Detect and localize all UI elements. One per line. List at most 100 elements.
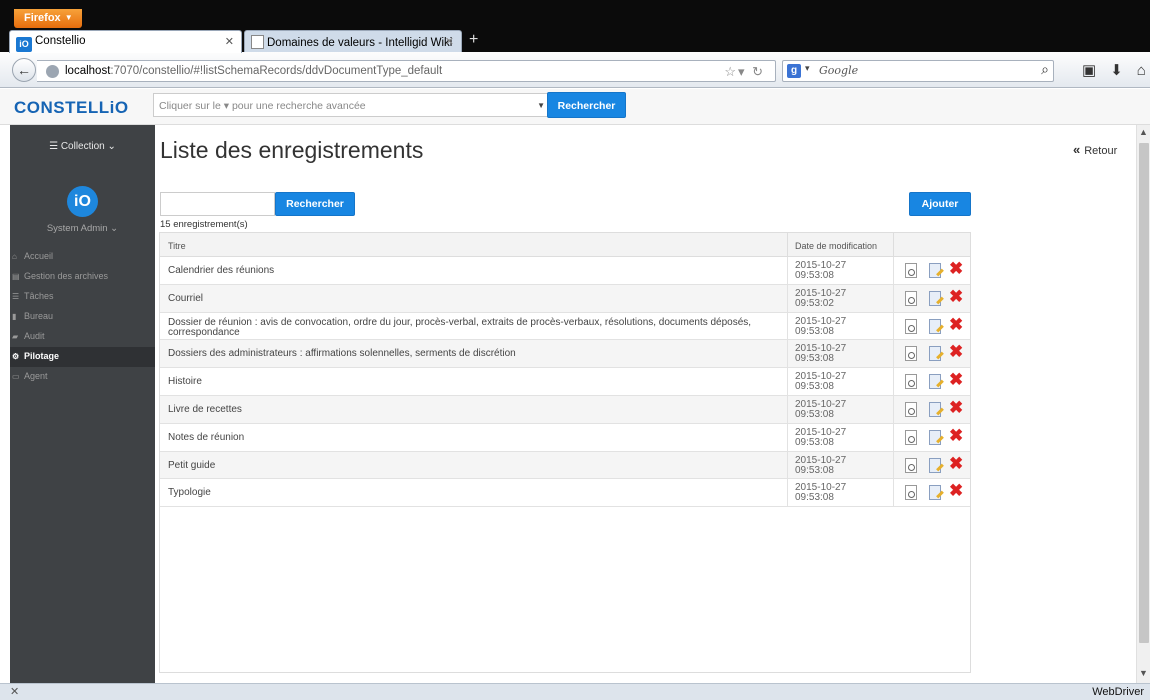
page-scrollbar[interactable]: ▲ ▼ (1136, 125, 1150, 683)
edit-icon[interactable] (929, 263, 944, 278)
row-title: Calendrier des réunions (168, 265, 275, 276)
browser-tabstrip: iO Constellio ✕ Domaines de valeurs - Int… (0, 30, 1150, 53)
table-row[interactable]: Dossier de réunion : avis de convocation… (160, 312, 970, 341)
search-icon[interactable]: ⌕ (1041, 61, 1049, 78)
scroll-down-icon[interactable]: ▼ (1139, 668, 1148, 678)
advanced-search-input[interactable]: Cliquer sur le ▾ pour une recherche avan… (153, 93, 552, 117)
main-content: Liste des enregistrements «Retour Recher… (155, 125, 1136, 683)
column-header-title[interactable]: Titre (168, 241, 186, 251)
view-icon[interactable] (905, 263, 917, 278)
edit-icon[interactable] (929, 318, 944, 334)
table-row[interactable]: Calendrier des réunions 2015-10-27 09:53:0… (160, 257, 970, 285)
delete-icon[interactable]: ✖ (949, 371, 963, 389)
close-tab-icon[interactable]: ✕ (225, 35, 234, 48)
record-search-input[interactable] (160, 192, 275, 216)
view-icon[interactable] (905, 429, 917, 445)
view-icon[interactable] (905, 457, 917, 473)
row-title: Dossier de réunion : avis de convocation… (168, 316, 752, 338)
view-icon[interactable] (905, 401, 917, 417)
sidebar-item-taches[interactable]: ☰ Tâches (10, 287, 155, 307)
table-row[interactable]: Dossiers des administrateurs : affirmati… (160, 340, 970, 369)
list-icon: ☰ (49, 141, 61, 152)
table-row[interactable]: Livre de recettes 2015-10-27 09:53:08 ✖ (160, 395, 970, 424)
row-date: 2015-10-27 09:53:02 (795, 287, 847, 309)
delete-icon[interactable]: ✖ (949, 287, 963, 306)
header-search-button[interactable]: Rechercher (547, 92, 626, 118)
edit-icon[interactable] (929, 485, 944, 501)
table-row[interactable]: Courriel 2015-10-27 09:53:02 ✖ (160, 284, 970, 313)
delete-icon[interactable]: ✖ (949, 426, 963, 445)
delete-icon[interactable]: ✖ (949, 398, 963, 417)
gears-icon: ⚙ (12, 352, 20, 361)
page-favicon-icon (251, 35, 264, 49)
sidebar-item-gestion[interactable]: ▤ Gestion des archives (10, 267, 155, 287)
sidebar-item-bureau[interactable]: ▮ Bureau (10, 307, 155, 327)
table-row[interactable]: Typologie 2015-10-27 09:53:08 ✖ (160, 479, 970, 508)
view-icon[interactable] (905, 374, 917, 390)
constellio-logo[interactable]: CONSTELLiO (14, 98, 129, 118)
edit-icon[interactable] (929, 401, 944, 417)
sidebar: ☰ Collection ⌄ iO System Admin ⌄ ⌂ Accuei… (10, 125, 155, 683)
url-path: :7070/constellio/#!listSchemaRecords/ddv… (110, 65, 443, 77)
table-row[interactable]: Petit guide 2015-10-27 09:53:08 ✖ (160, 451, 970, 480)
chevron-down-icon: ▼ (64, 13, 73, 22)
sidebar-item-accueil[interactable]: ⌂ Accueil (10, 247, 155, 267)
sidebar-item-agent[interactable]: ▭ Agent (10, 367, 155, 387)
delete-icon[interactable]: ✖ (949, 315, 963, 334)
delete-icon[interactable]: ✖ (949, 454, 963, 473)
chevron-down-icon[interactable]: ▾ (805, 63, 810, 74)
url-bar[interactable]: localhost:7070/constellio/#!listSchemaRe… (37, 60, 776, 82)
audit-icon: ▰ (12, 332, 19, 341)
delete-icon[interactable]: ✖ (949, 343, 963, 361)
edit-icon[interactable] (929, 429, 944, 445)
new-tab-button[interactable]: + (469, 31, 478, 49)
toolbar-icons[interactable]: ▣⬇⌂ (1082, 61, 1150, 79)
view-icon[interactable] (905, 290, 917, 306)
edit-icon[interactable] (929, 457, 944, 473)
row-date: 2015-10-27 09:53:08 (795, 398, 847, 420)
close-icon[interactable]: ✕ (10, 685, 19, 698)
close-tab-icon[interactable]: ✕ (445, 35, 454, 48)
row-date: 2015-10-27 09:53:08 (795, 343, 847, 365)
avatar[interactable]: iO (67, 186, 98, 217)
delete-icon[interactable]: ✖ (949, 482, 963, 500)
row-title: Dossiers des administrateurs : affirmati… (168, 348, 516, 360)
firefox-menu-button[interactable]: Firefox ▼ (14, 9, 82, 28)
row-date: 2015-10-27 09:53:08 (795, 482, 847, 504)
scroll-up-icon[interactable]: ▲ (1139, 127, 1148, 137)
browser-tab-wiki[interactable]: Domaines de valeurs - Intelligid Wiki ✕ (244, 30, 462, 53)
edit-icon[interactable] (929, 290, 944, 306)
back-arrow-icon[interactable]: ← (12, 58, 36, 82)
record-search-button[interactable]: Rechercher (275, 192, 355, 216)
column-header-date[interactable]: Date de modification (795, 241, 877, 251)
scrollbar-thumb[interactable] (1139, 143, 1149, 643)
sidebar-item-audit[interactable]: ▰ Audit (10, 327, 155, 347)
browser-navbar: ← localhost:7070/constellio/#!listSchema… (0, 52, 1150, 88)
status-text: WebDriver (1092, 686, 1144, 698)
table-row[interactable]: Notes de réunion 2015-10-27 09:53:08 ✖ (160, 423, 970, 452)
browser-search-input[interactable]: g ▾ Google ⌕ (782, 60, 1054, 82)
bookmark-star-icon[interactable]: ☆▾ ↻ (724, 64, 765, 80)
chevron-down-icon[interactable]: ▼ (537, 101, 545, 110)
sidebar-item-pilotage[interactable]: ⚙ Pilotage (10, 347, 155, 367)
archive-icon: ▤ (12, 272, 20, 281)
view-icon[interactable] (905, 346, 917, 362)
table-row[interactable]: Histoire 2015-10-27 09:53:08 ✖ (160, 368, 970, 396)
row-date: 2015-10-27 09:53:08 (795, 260, 847, 281)
view-icon[interactable] (905, 485, 917, 501)
table-header: Titre Date de modification (160, 233, 970, 257)
user-menu[interactable]: System Admin ⌄ (10, 223, 155, 234)
collection-selector[interactable]: ☰ Collection ⌄ (10, 141, 155, 152)
row-title: Notes de réunion (168, 431, 245, 443)
edit-icon[interactable] (929, 374, 944, 390)
view-icon[interactable] (905, 318, 917, 334)
browser-statusbar: ✕ WebDriver (0, 683, 1150, 700)
app-header: CONSTELLiO Cliquer sur le ▾ pour une rec… (0, 89, 1150, 125)
globe-icon (46, 65, 59, 78)
add-button[interactable]: Ajouter (909, 192, 971, 216)
edit-icon[interactable] (929, 346, 944, 362)
delete-icon[interactable]: ✖ (949, 260, 963, 278)
row-date: 2015-10-27 09:53:08 (795, 426, 847, 448)
browser-tab-constellio[interactable]: iO Constellio ✕ (9, 30, 242, 53)
back-link[interactable]: «Retour (1073, 142, 1117, 157)
